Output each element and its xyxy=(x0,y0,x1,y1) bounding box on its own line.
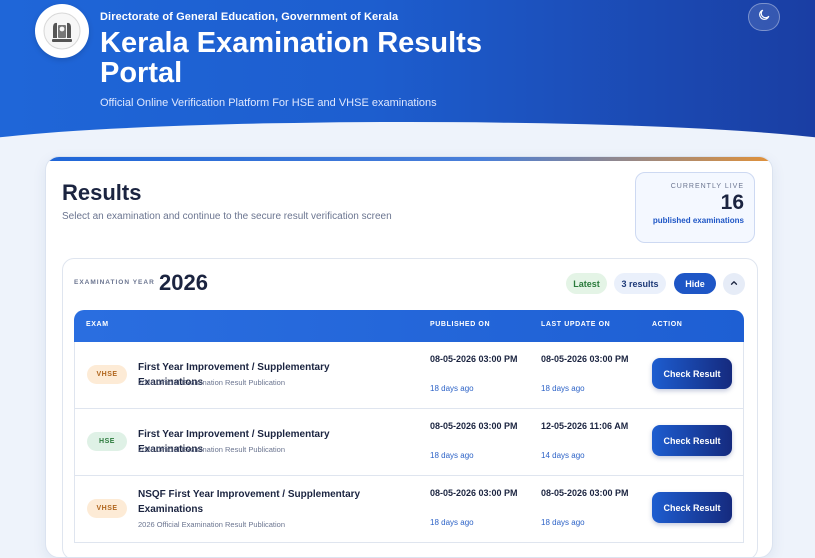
table-row: HSE First Year Improvement / Supplementa… xyxy=(75,409,743,476)
updated-ago: 14 days ago xyxy=(541,451,585,460)
results-card: Results Select an examination and contin… xyxy=(45,156,773,558)
live-count: 16 xyxy=(720,191,744,214)
latest-badge: Latest xyxy=(566,273,607,294)
published-ago: 18 days ago xyxy=(430,518,474,527)
exam-type-badge: VHSE xyxy=(87,499,127,518)
hide-button[interactable]: Hide xyxy=(674,273,716,294)
exam-subtitle: 2026 Official Examination Result Publica… xyxy=(138,445,286,454)
results-table-header: EXAM PUBLISHED ON LAST UPDATE ON ACTION xyxy=(74,310,744,342)
column-header-exam: EXAM xyxy=(86,321,109,328)
table-row: VHSE First Year Improvement / Supplement… xyxy=(75,342,743,409)
updated-ago: 18 days ago xyxy=(541,384,585,393)
published-date: 08-05-2026 03:00 PM xyxy=(430,488,518,498)
chevron-up-icon xyxy=(729,275,739,293)
live-sub-label: published examinations xyxy=(652,216,744,225)
table-row: VHSE NSQF First Year Improvement / Suppl… xyxy=(75,476,743,543)
exam-subtitle: 2026 Official Examination Result Publica… xyxy=(138,378,286,387)
results-description: Select an examination and continue to th… xyxy=(62,211,392,222)
updated-ago: 18 days ago xyxy=(541,518,585,527)
exam-name-link[interactable]: NSQF First Year Improvement / Supplement… xyxy=(138,487,368,517)
theme-toggle-button[interactable] xyxy=(748,3,780,31)
results-table-body: VHSE First Year Improvement / Supplement… xyxy=(74,342,744,543)
results-title: Results xyxy=(62,180,142,205)
header-curve xyxy=(0,122,815,150)
live-count-box: CURRENTLY LIVE 16 published examinations xyxy=(635,172,755,243)
page-header: Directorate of General Education, Govern… xyxy=(0,0,815,150)
updated-date: 08-05-2026 03:00 PM xyxy=(541,488,629,498)
collapse-button[interactable] xyxy=(723,273,745,295)
exam-type-badge: VHSE xyxy=(87,365,127,384)
card-accent-bar xyxy=(46,157,772,161)
year-group-panel: EXAMINATION YEAR 2026 Latest 3 results H… xyxy=(62,258,758,557)
column-header-action: ACTION xyxy=(652,321,683,328)
page-title: Kerala Examination Results Portal xyxy=(100,27,482,89)
published-ago: 18 days ago xyxy=(430,384,474,393)
directorate-text: Directorate of General Education, Govern… xyxy=(100,11,399,23)
results-count-badge: 3 results xyxy=(614,273,666,294)
check-result-button[interactable]: Check Result xyxy=(652,358,732,389)
moon-icon xyxy=(757,8,771,27)
page-subtitle: Official Online Verification Platform Fo… xyxy=(100,97,437,109)
column-header-updated: LAST UPDATE ON xyxy=(541,321,611,328)
published-ago: 18 days ago xyxy=(430,451,474,460)
exam-type-badge: HSE xyxy=(87,432,127,451)
year-label: EXAMINATION YEAR xyxy=(74,279,155,286)
year-value: 2026 xyxy=(159,270,208,295)
column-header-published: PUBLISHED ON xyxy=(430,321,491,328)
check-result-button[interactable]: Check Result xyxy=(652,425,732,456)
published-date: 08-05-2026 03:00 PM xyxy=(430,354,518,364)
check-result-button[interactable]: Check Result xyxy=(652,492,732,523)
updated-date: 12-05-2026 11:06 AM xyxy=(541,421,629,431)
updated-date: 08-05-2026 03:00 PM xyxy=(541,354,629,364)
published-date: 08-05-2026 03:00 PM xyxy=(430,421,518,431)
live-label: CURRENTLY LIVE xyxy=(670,183,744,190)
kerala-emblem-icon xyxy=(35,4,89,58)
exam-subtitle: 2026 Official Examination Result Publica… xyxy=(138,520,286,529)
